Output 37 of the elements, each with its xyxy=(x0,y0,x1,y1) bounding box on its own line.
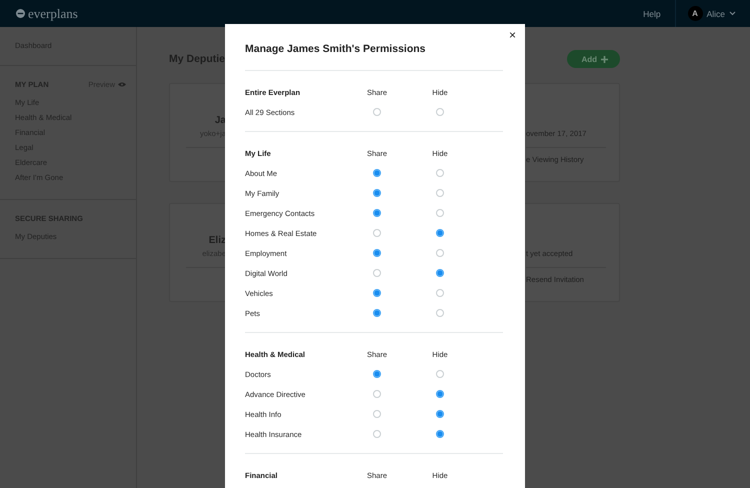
radio-button[interactable] xyxy=(436,370,444,378)
radio-button[interactable] xyxy=(373,390,381,398)
radio-button[interactable] xyxy=(373,169,381,177)
logo-text[interactable]: everplans xyxy=(28,6,78,22)
radio-button[interactable] xyxy=(436,249,444,257)
radio-button[interactable] xyxy=(373,229,381,237)
radio-button[interactable] xyxy=(436,430,444,438)
radio-button[interactable] xyxy=(436,229,444,237)
radio-button[interactable] xyxy=(373,430,381,438)
avatar-initial[interactable]: A xyxy=(688,6,703,21)
radio-button[interactable] xyxy=(373,269,381,277)
radio-button[interactable] xyxy=(373,289,381,297)
user-name[interactable]: Alice xyxy=(706,8,725,18)
radio-button[interactable] xyxy=(436,169,444,177)
radio-button[interactable] xyxy=(436,108,444,116)
eye-icon xyxy=(118,82,126,87)
radio-button[interactable] xyxy=(373,410,381,418)
help-link[interactable]: Help xyxy=(643,8,661,18)
radio-button[interactable] xyxy=(373,189,381,197)
logo-icon xyxy=(16,9,25,18)
radio-button[interactable] xyxy=(373,249,381,257)
close-button[interactable]: × xyxy=(508,29,516,41)
radio-button[interactable] xyxy=(436,390,444,398)
radio-button[interactable] xyxy=(436,410,444,418)
caret-icon[interactable] xyxy=(729,11,736,16)
radio-button[interactable] xyxy=(373,108,381,116)
radio-button[interactable] xyxy=(373,209,381,217)
radio-button[interactable] xyxy=(436,269,444,277)
radio-button[interactable] xyxy=(436,289,444,297)
radio-button[interactable] xyxy=(373,309,381,317)
add-button[interactable]: Add xyxy=(567,50,620,68)
radio-button[interactable] xyxy=(436,309,444,317)
plus-icon xyxy=(601,56,608,62)
modal-title: Manage James Smith's Permissions xyxy=(245,43,426,55)
radio-button[interactable] xyxy=(436,189,444,197)
radio-button[interactable] xyxy=(436,209,444,217)
radio-button[interactable] xyxy=(373,370,381,378)
